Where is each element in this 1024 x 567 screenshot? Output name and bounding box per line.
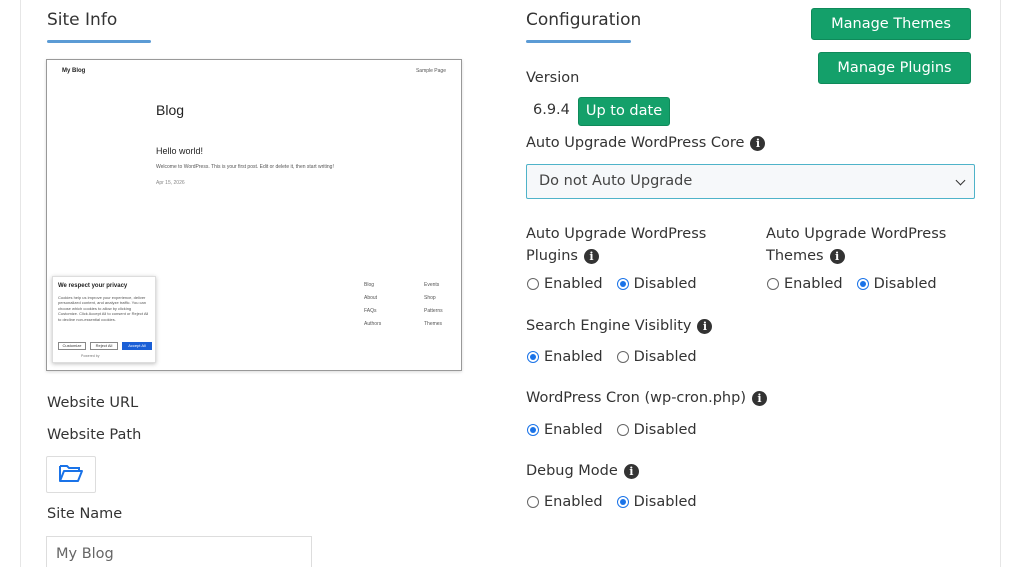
auto-upgrade-themes-label: Auto Upgrade WordPress Themes i — [766, 223, 946, 267]
cookie-text: Cookies help us improve your experience,… — [58, 295, 149, 322]
radio-label: Enabled — [544, 494, 603, 510]
preview-footer-link: FAQs — [364, 308, 377, 314]
themes-enabled-radio[interactable]: Enabled — [767, 276, 843, 292]
plugins-enabled-radio[interactable]: Enabled — [527, 276, 603, 292]
auto-upgrade-core-selected: Do not Auto Upgrade — [539, 173, 693, 189]
info-icon[interactable]: i — [750, 135, 766, 151]
plugins-radio-group: Enabled Disabled — [527, 276, 711, 292]
site-name-label: Site Name — [47, 506, 123, 522]
radio-label: Disabled — [633, 349, 697, 365]
radio-icon[interactable] — [856, 278, 869, 290]
version-value: 6.9.4 — [533, 102, 570, 118]
plugins-disabled-radio[interactable]: Disabled — [616, 276, 697, 292]
auto-upgrade-plugins-text: Auto Upgrade WordPress — [526, 226, 707, 242]
cookie-title: We respect your privacy — [58, 283, 128, 289]
info-icon[interactable]: i — [697, 318, 713, 334]
radio-icon[interactable] — [767, 278, 779, 290]
search-engine-text: Search Engine Visiblity — [526, 318, 692, 334]
cookie-customize-button: Customize — [58, 342, 86, 350]
debug-text: Debug Mode — [526, 463, 618, 479]
radio-label: Enabled — [544, 349, 603, 365]
radio-icon[interactable] — [527, 351, 539, 363]
search-engine-enabled-radio[interactable]: Enabled — [527, 349, 603, 365]
radio-icon[interactable] — [527, 278, 539, 290]
cron-enabled-radio[interactable]: Enabled — [527, 422, 603, 438]
radio-label: Disabled — [873, 276, 937, 292]
site-preview[interactable]: My Blog Sample Page Blog Hello world! We… — [46, 59, 462, 371]
search-engine-disabled-radio[interactable]: Disabled — [616, 349, 697, 365]
preview-footer-link: Authors — [364, 321, 382, 327]
info-icon[interactable]: i — [583, 248, 599, 264]
auto-upgrade-plugins-label: Auto Upgrade WordPress Plugins i — [526, 223, 706, 267]
preview-footer-link: Events — [424, 282, 440, 288]
radio-icon[interactable] — [527, 496, 539, 508]
debug-disabled-radio[interactable]: Disabled — [616, 494, 697, 510]
preview-footer-link: Blog — [364, 282, 375, 288]
auto-upgrade-core-select[interactable]: Do not Auto Upgrade — [526, 164, 975, 199]
radio-label: Disabled — [633, 422, 697, 438]
open-folder-button[interactable] — [46, 456, 96, 493]
radio-label: Enabled — [784, 276, 843, 292]
info-icon[interactable]: i — [623, 463, 639, 479]
auto-upgrade-core-label: Auto Upgrade WordPress Core i — [526, 135, 766, 151]
radio-label: Disabled — [633, 276, 697, 292]
manage-plugins-button[interactable]: Manage Plugins — [818, 52, 971, 84]
cron-disabled-radio[interactable]: Disabled — [616, 422, 697, 438]
site-name-input[interactable]: My Blog — [46, 536, 312, 567]
website-path-label: Website Path — [47, 427, 142, 443]
preview-site-name: My Blog — [62, 68, 86, 74]
preview-post-title: Hello world! — [156, 146, 204, 156]
cron-radio-group: Enabled Disabled — [527, 422, 711, 438]
radio-icon[interactable] — [616, 351, 629, 363]
debug-radio-group: Enabled Disabled — [527, 494, 711, 510]
themes-radio-group: Enabled Disabled — [767, 276, 951, 292]
cookie-accept-button: Accept All — [122, 342, 152, 350]
up-to-date-badge: Up to date — [578, 97, 670, 126]
website-url-label: Website URL — [47, 395, 139, 411]
auto-upgrade-themes-text: Themes — [766, 248, 824, 264]
preview-blog-heading: Blog — [156, 102, 185, 118]
manage-themes-button[interactable]: Manage Themes — [811, 8, 971, 40]
radio-icon[interactable] — [527, 424, 539, 436]
preview-sample-page: Sample Page — [415, 68, 446, 74]
radio-icon[interactable] — [616, 496, 629, 508]
site-info-underline — [47, 40, 151, 43]
auto-upgrade-core-text: Auto Upgrade WordPress Core — [526, 135, 745, 151]
preview-post-excerpt: Welcome to WordPress. This is your first… — [156, 164, 334, 170]
preview-cookie-banner: We respect your privacy Cookies help us … — [52, 276, 156, 363]
preview-footer-link: Patterns — [424, 308, 443, 314]
search-engine-radio-group: Enabled Disabled — [527, 349, 711, 365]
radio-label: Enabled — [544, 422, 603, 438]
preview-post-date: Apr 15, 2026 — [156, 180, 185, 186]
themes-disabled-radio[interactable]: Disabled — [856, 276, 937, 292]
preview-footer-link: Themes — [424, 321, 443, 327]
configuration-title: Configuration — [526, 10, 642, 30]
configuration-underline — [526, 40, 631, 43]
chevron-down-icon — [955, 175, 966, 186]
radio-icon[interactable] — [616, 278, 629, 290]
cron-label: WordPress Cron (wp-cron.php) i — [526, 390, 767, 406]
cookie-reject-button: Reject All — [90, 342, 118, 350]
info-icon[interactable]: i — [751, 390, 767, 406]
auto-upgrade-plugins-text: Plugins — [526, 248, 578, 264]
search-engine-label: Search Engine Visiblity i — [526, 318, 713, 334]
site-info-title: Site Info — [47, 10, 118, 30]
version-label: Version — [526, 70, 580, 86]
folder-open-icon — [58, 463, 84, 487]
cookie-powered: Powered by — [81, 354, 100, 358]
radio-label: Disabled — [633, 494, 697, 510]
preview-footer-link: About — [364, 295, 378, 301]
radio-icon[interactable] — [616, 424, 629, 436]
debug-enabled-radio[interactable]: Enabled — [527, 494, 603, 510]
preview-footer-link: Shop — [424, 295, 436, 301]
debug-label: Debug Mode i — [526, 463, 639, 479]
info-icon[interactable]: i — [829, 248, 845, 264]
cron-text: WordPress Cron (wp-cron.php) — [526, 390, 746, 406]
radio-label: Enabled — [544, 276, 603, 292]
auto-upgrade-themes-text: Auto Upgrade WordPress — [766, 226, 947, 242]
